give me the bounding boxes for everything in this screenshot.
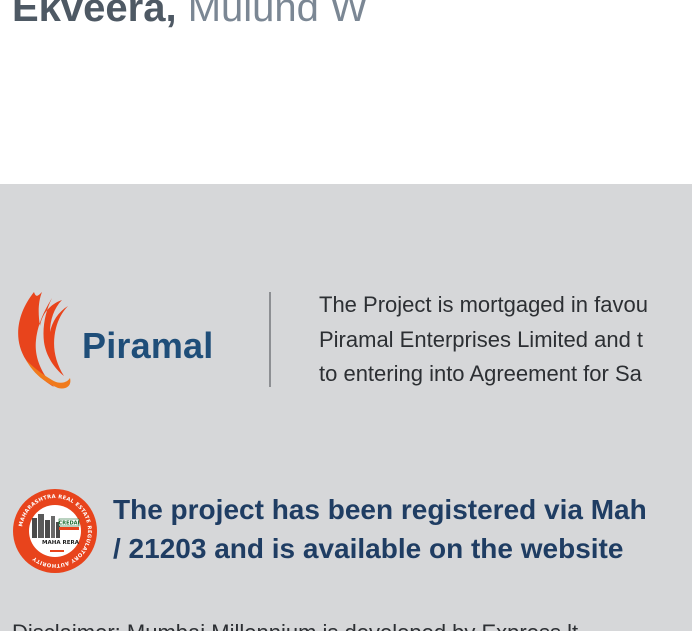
project-name: Ekveera, bbox=[12, 0, 177, 30]
page: Ekveera, Mulund W Piramal The Project is… bbox=[0, 0, 692, 631]
mortgage-line: Piramal Enterprises Limited and t bbox=[319, 326, 644, 352]
disclaimer-text: Disclaimer: Mumbai Millennium is develop… bbox=[12, 618, 692, 631]
mortgage-line: to entering into Agreement for Sa bbox=[319, 361, 642, 387]
piramal-logo[interactable]: Piramal bbox=[12, 290, 227, 390]
project-hero: Ekveera, Mulund W bbox=[0, 0, 692, 184]
mortgage-line: The Project is mortgaged in favou bbox=[319, 292, 648, 317]
project-title: Ekveera, Mulund W bbox=[12, 0, 368, 32]
rera-registration-notice: The project has been registered via Mah … bbox=[113, 490, 692, 568]
piramal-wordmark: Piramal bbox=[82, 325, 214, 366]
rera-line: The project has been registered via Mah bbox=[113, 494, 647, 525]
maharera-badge[interactable]: MAHARASHTRA REAL ESTATE REGULATORY AUTHO… bbox=[12, 488, 98, 574]
logo-divider bbox=[269, 292, 271, 387]
rera-line: / 21203 and is available on the website bbox=[113, 533, 624, 564]
site-footer: Piramal The Project is mortgaged in favo… bbox=[0, 184, 692, 631]
maharera-seal-icon: MAHARASHTRA REAL ESTATE REGULATORY AUTHO… bbox=[13, 489, 97, 573]
piramal-flame-logo-icon bbox=[18, 292, 71, 389]
seal-label: MAHA RERA bbox=[42, 540, 80, 546]
mortgage-notice: The Project is mortgaged in favou Pirama… bbox=[319, 288, 692, 392]
seal-sub-label: CREDAI bbox=[59, 521, 80, 527]
project-location: Mulund W bbox=[176, 0, 368, 30]
